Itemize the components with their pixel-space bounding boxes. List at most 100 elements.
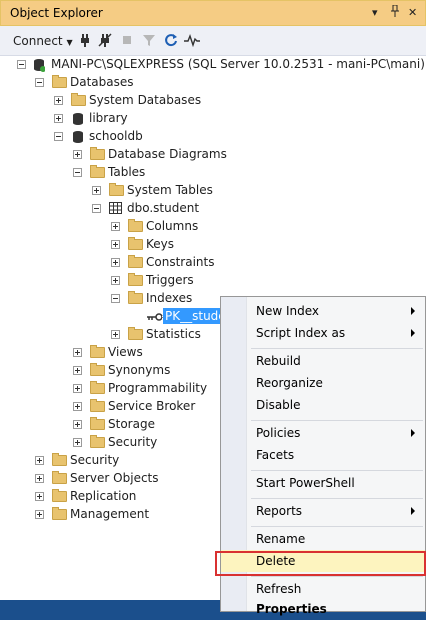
menu-separator [251, 470, 423, 471]
expand-icon[interactable] [73, 150, 82, 159]
constraints-label: Constraints [146, 255, 215, 269]
folder-icon [52, 489, 67, 502]
folder-icon [109, 183, 124, 196]
toolbar: Connect ▼ [0, 26, 426, 56]
expand-icon[interactable] [92, 186, 101, 195]
folder-icon [128, 291, 143, 304]
reports-label: Reports [256, 504, 303, 518]
expand-icon[interactable] [111, 240, 120, 249]
schooldb-label: schooldb [89, 129, 143, 143]
collapse-icon[interactable] [35, 78, 44, 87]
expand-icon[interactable] [111, 222, 120, 231]
properties-label: Properties [256, 602, 327, 616]
menu-item-properties[interactable]: Properties [221, 598, 425, 620]
menu-item-facets[interactable]: Facets [221, 444, 425, 466]
script-index-as-label: Script Index as [256, 326, 346, 340]
statistics-label: Statistics [146, 327, 201, 341]
menu-item-rename[interactable]: Rename [221, 528, 425, 550]
rebuild-label: Rebuild [256, 354, 301, 368]
collapse-icon[interactable] [92, 204, 101, 213]
expand-icon[interactable] [111, 276, 120, 285]
menu-item-rebuild[interactable]: Rebuild [221, 350, 425, 372]
menu-item-new-index[interactable]: New Index [221, 300, 425, 322]
expand-icon[interactable] [73, 384, 82, 393]
collapse-icon[interactable] [73, 168, 82, 177]
triggers-label: Triggers [146, 273, 194, 287]
auto-hide-pin-icon[interactable] [390, 4, 400, 22]
db-security-label: Security [108, 435, 158, 449]
submenu-arrow-icon [411, 329, 415, 337]
database-diagrams-label: Database Diagrams [108, 147, 227, 161]
connect-icon[interactable] [78, 33, 92, 47]
folder-icon [90, 165, 105, 178]
expand-icon[interactable] [73, 402, 82, 411]
expand-icon[interactable] [35, 492, 44, 501]
menu-item-policies[interactable]: Policies [221, 422, 425, 444]
key-icon [147, 311, 163, 325]
storage-label: Storage [108, 417, 155, 431]
databases-label: Databases [70, 75, 134, 89]
database-icon [72, 130, 84, 144]
expand-icon[interactable] [73, 366, 82, 375]
folder-icon [128, 327, 143, 340]
indexes-label: Indexes [146, 291, 193, 305]
management-label: Management [70, 507, 150, 521]
folder-icon [52, 507, 67, 520]
expand-icon[interactable] [54, 114, 63, 123]
service-broker-label: Service Broker [108, 399, 196, 413]
folder-icon [90, 399, 105, 412]
menu-separator [251, 576, 423, 577]
menu-item-refresh[interactable]: Refresh [221, 578, 425, 600]
menu-separator [251, 526, 423, 527]
expand-icon[interactable] [54, 96, 63, 105]
filter-icon[interactable] [142, 33, 156, 47]
disconnect-icon[interactable] [98, 33, 112, 47]
submenu-arrow-icon [411, 429, 415, 437]
expand-icon[interactable] [35, 456, 44, 465]
menu-item-start-powershell[interactable]: Start PowerShell [221, 472, 425, 494]
expand-icon[interactable] [73, 348, 82, 357]
views-label: Views [108, 345, 143, 359]
menu-separator [251, 420, 423, 421]
database-icon [72, 112, 84, 126]
refresh-icon[interactable] [164, 33, 178, 47]
facets-label: Facets [256, 448, 295, 462]
server-icon [33, 58, 46, 72]
submenu-arrow-icon [411, 507, 415, 515]
folder-icon [71, 93, 86, 106]
refresh-label: Refresh [256, 582, 302, 596]
collapse-icon[interactable] [17, 60, 26, 69]
collapse-icon[interactable] [111, 294, 120, 303]
reorganize-label: Reorganize [256, 376, 323, 390]
stop-icon[interactable] [120, 33, 134, 47]
activity-monitor-icon[interactable] [184, 33, 200, 48]
tree-node-server[interactable]: MANI-PC\SQLEXPRESS (SQL Server 10.0.2531… [0, 56, 426, 74]
menu-item-script-index-as[interactable]: Script Index as [221, 322, 425, 344]
expand-icon[interactable] [73, 420, 82, 429]
connect-dropdown-icon[interactable]: ▼ [66, 38, 72, 47]
menu-separator [251, 498, 423, 499]
keys-label: Keys [146, 237, 175, 251]
menu-item-reorganize[interactable]: Reorganize [221, 372, 425, 394]
title-bar: Object Explorer ▾ ✕ [0, 0, 426, 26]
folder-icon [90, 417, 105, 430]
library-label: library [89, 111, 128, 125]
collapse-icon[interactable] [54, 132, 63, 141]
menu-item-disable[interactable]: Disable [221, 394, 425, 416]
expand-icon[interactable] [35, 474, 44, 483]
connect-button[interactable]: Connect ▼ [13, 34, 73, 48]
expand-icon[interactable] [35, 510, 44, 519]
folder-icon [52, 471, 67, 484]
folder-icon [52, 75, 67, 88]
folder-icon [90, 345, 105, 358]
server-objects-label: Server Objects [70, 471, 159, 485]
system-databases-label: System Databases [89, 93, 202, 107]
close-icon[interactable]: ✕ [408, 5, 417, 21]
expand-icon[interactable] [111, 258, 120, 267]
expand-icon[interactable] [73, 438, 82, 447]
rename-label: Rename [256, 532, 306, 546]
expand-icon[interactable] [111, 330, 120, 339]
folder-icon [90, 381, 105, 394]
menu-item-reports[interactable]: Reports [221, 500, 425, 522]
window-position-dropdown-icon[interactable]: ▾ [372, 5, 378, 21]
